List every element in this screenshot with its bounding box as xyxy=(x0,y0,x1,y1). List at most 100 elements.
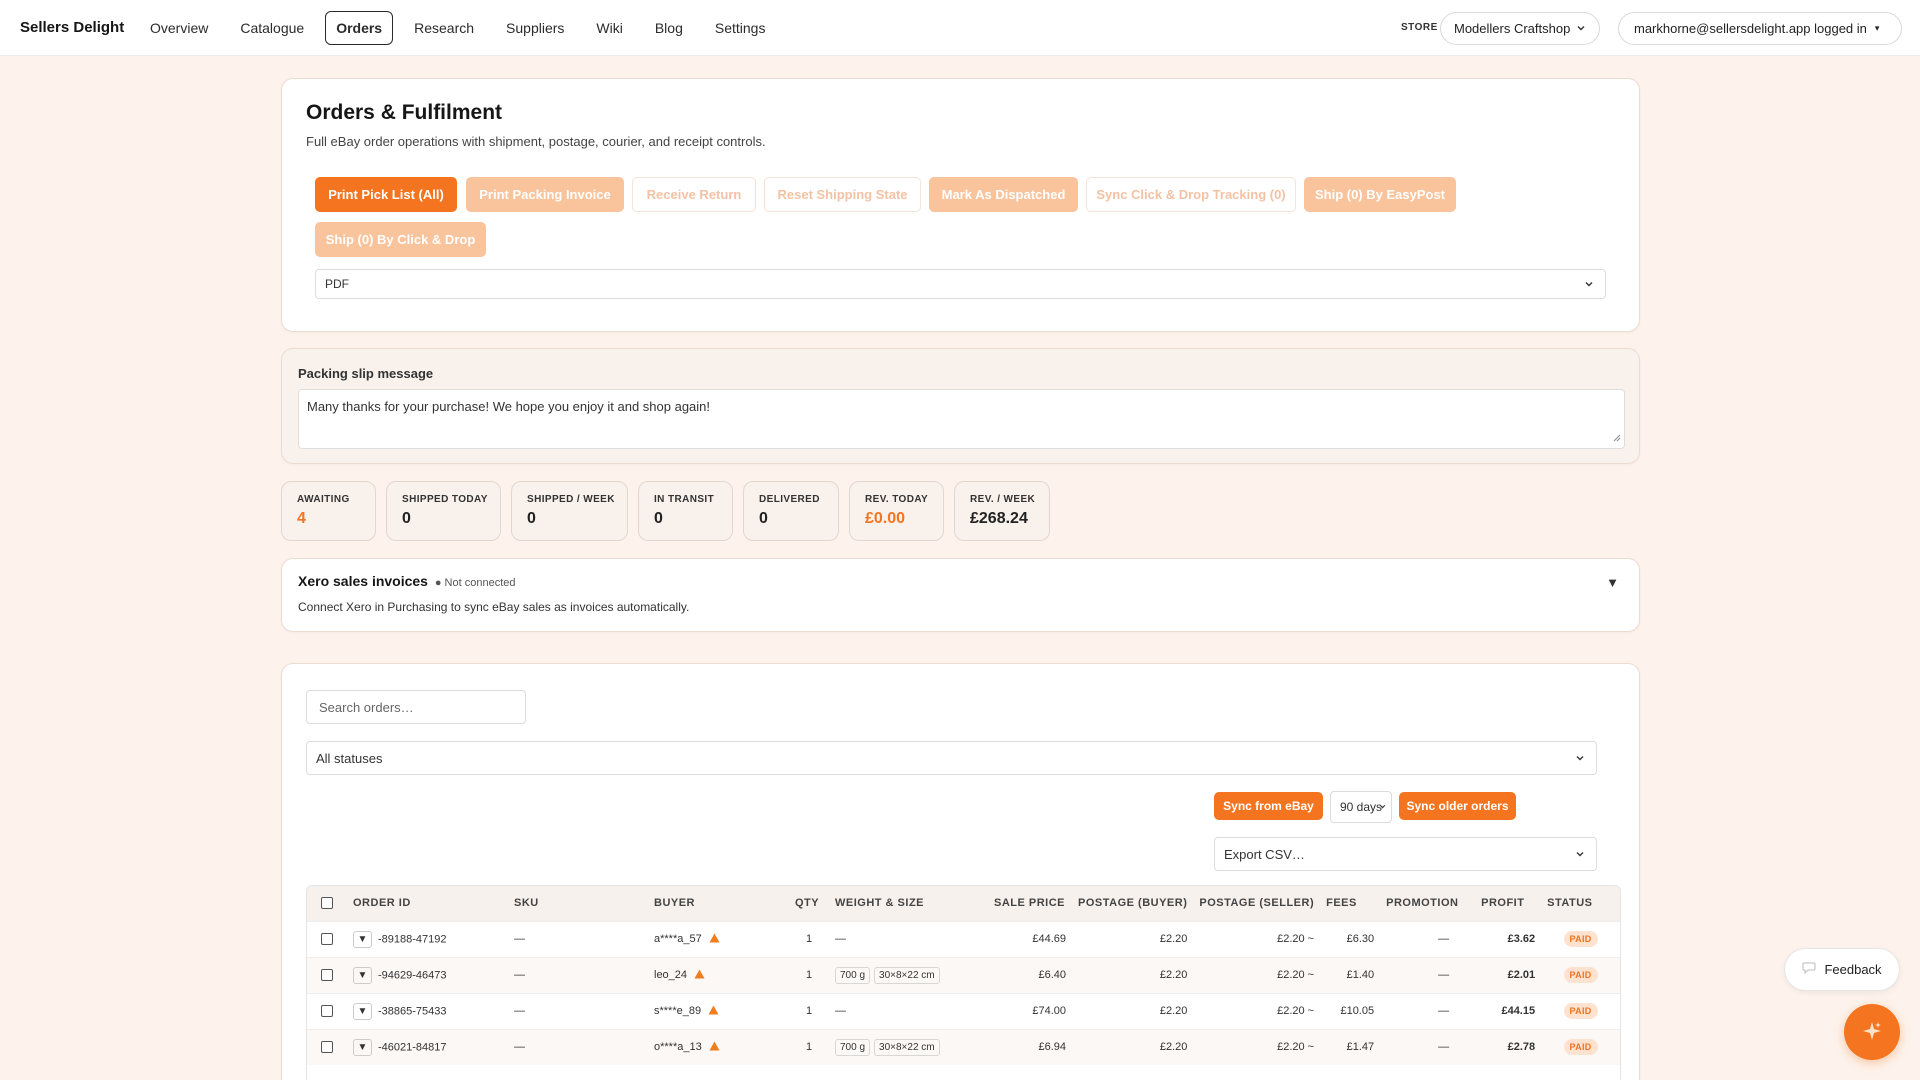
ship-by-easypost-button[interactable]: Ship (0) By EasyPost xyxy=(1304,177,1456,212)
postage-seller-cell[interactable]: £2.20 ~ xyxy=(1193,920,1321,957)
col-order-id[interactable]: ORDER ID xyxy=(347,886,508,921)
stat-value: 0 xyxy=(654,510,663,527)
profit-cell: £2.01 xyxy=(1475,956,1542,993)
weight-chip: 700 g xyxy=(835,966,871,984)
nav-orders[interactable]: Orders xyxy=(325,10,394,45)
sync-older-orders-button[interactable]: Sync older orders xyxy=(1399,792,1516,820)
speech-bubble-icon xyxy=(1802,962,1816,977)
select-all-checkbox[interactable] xyxy=(321,897,333,910)
feedback-button[interactable]: Feedback xyxy=(1784,948,1900,991)
stat-value: 0 xyxy=(402,510,411,527)
col-postage-seller[interactable]: POSTAGE (SELLER) xyxy=(1193,886,1321,921)
sku-cell: — xyxy=(508,1028,648,1065)
packing-slip-textarea[interactable]: Many thanks for your purchase! We hope y… xyxy=(298,389,1625,449)
nav-suppliers[interactable]: Suppliers xyxy=(495,11,575,45)
order-id[interactable]: -46021-84817 xyxy=(378,1041,447,1053)
nav-wiki[interactable]: Wiki xyxy=(585,11,633,45)
col-postage-buyer[interactable]: POSTAGE (BUYER) xyxy=(1072,886,1194,921)
brand-logo-text[interactable]: Sellers Delight xyxy=(20,19,131,36)
row-checkbox[interactable] xyxy=(321,969,333,982)
status-filter-value: All statuses xyxy=(316,750,383,766)
sku-cell: — xyxy=(508,992,648,1029)
order-id-cell: ▼ -46021-84817 xyxy=(347,1028,508,1065)
buyer-name: leo_24 xyxy=(654,968,688,981)
xero-expand-toggle[interactable]: ▼ xyxy=(1606,575,1619,590)
stat-value: £0.00 xyxy=(865,510,906,527)
nav-overview[interactable]: Overview xyxy=(139,11,219,45)
days-select-value: 90 days xyxy=(1340,800,1383,814)
col-qty[interactable]: QTY xyxy=(789,886,829,921)
col-sale-price[interactable]: SALE PRICE xyxy=(988,886,1072,921)
nav-settings[interactable]: Settings xyxy=(704,11,777,45)
qty-cell: 1 xyxy=(789,956,829,993)
status-cell: PAID xyxy=(1541,920,1620,957)
col-promotion[interactable]: PROMOTION xyxy=(1380,886,1476,921)
print-packing-invoice-button[interactable]: Print Packing Invoice xyxy=(466,177,624,212)
buyer-name: o****a_13 xyxy=(654,1040,702,1053)
col-profit[interactable]: PROFIT xyxy=(1475,886,1542,921)
caret-down-icon: ▾ xyxy=(1874,23,1880,33)
nav-research[interactable]: Research xyxy=(403,11,485,45)
nav-blog[interactable]: Blog xyxy=(644,11,694,45)
assistant-fab-button[interactable] xyxy=(1844,1004,1900,1060)
stat-rev-week: REV. / WEEK £268.24 xyxy=(954,481,1050,541)
col-buyer[interactable]: BUYER xyxy=(648,886,789,921)
packing-slip-card: Packing slip message Many thanks for you… xyxy=(281,348,1640,464)
col-weight-size[interactable]: WEIGHT & SIZE xyxy=(829,886,988,921)
ship-by-click-drop-button[interactable]: Ship (0) By Click & Drop xyxy=(315,222,486,257)
postage-seller-cell[interactable]: £2.20 ~ xyxy=(1193,1028,1321,1065)
print-pick-list-button[interactable]: Print Pick List (All) xyxy=(315,177,457,212)
order-id[interactable]: -94629-46473 xyxy=(378,969,447,981)
table-row[interactable]: ▼ -38865-75433 — s****e_89 1 — £74.00 £2.… xyxy=(307,992,1620,1029)
sparkle-icon xyxy=(1860,1019,1884,1046)
user-menu[interactable]: markhorne@sellersdelight.app logged in ▾ xyxy=(1618,12,1902,45)
stat-awaiting: AWAITING 4 xyxy=(281,481,376,541)
table-row[interactable]: ▼ -94629-46473 — leo_24 1 700 g 30×8×22 cm… xyxy=(307,956,1620,993)
col-fees[interactable]: FEES xyxy=(1320,886,1381,921)
postage-seller-cell[interactable]: £2.20 ~ xyxy=(1193,992,1321,1029)
fulfilment-card: Orders & Fulfilment Full eBay order oper… xyxy=(281,78,1640,332)
postage-seller-cell[interactable]: £2.20 ~ xyxy=(1193,956,1321,993)
stat-value: 0 xyxy=(759,510,768,527)
export-csv-select[interactable]: Export CSV… xyxy=(1214,837,1597,871)
status-cell: PAID xyxy=(1541,956,1620,993)
order-id[interactable]: -38865-75433 xyxy=(378,1005,447,1017)
xero-card: Xero sales invoices ● Not connected Conn… xyxy=(281,558,1640,632)
nav-catalogue[interactable]: Catalogue xyxy=(229,11,315,45)
row-checkbox[interactable] xyxy=(321,1041,333,1054)
col-sku[interactable]: SKU xyxy=(508,886,648,921)
order-id[interactable]: -89188-47192 xyxy=(378,933,447,945)
store-select[interactable]: Modellers Craftshop xyxy=(1440,12,1600,45)
format-select[interactable]: PDF xyxy=(315,269,1606,299)
sync-click-drop-tracking-button[interactable]: Sync Click & Drop Tracking (0) xyxy=(1086,177,1296,212)
row-checkbox[interactable] xyxy=(321,1005,333,1018)
days-select[interactable]: 90 days xyxy=(1330,791,1392,823)
status-cell: PAID xyxy=(1541,1028,1620,1065)
feedback-label: Feedback xyxy=(1824,962,1882,977)
sync-from-ebay-button[interactable]: Sync from eBay xyxy=(1214,792,1323,820)
user-menu-label: markhorne@sellersdelight.app logged in xyxy=(1634,21,1867,36)
weight-empty: — xyxy=(835,1005,846,1017)
expand-row-icon[interactable]: ▼ xyxy=(353,1002,372,1020)
fees-cell: £1.40 xyxy=(1320,956,1381,993)
reset-shipping-state-button[interactable]: Reset Shipping State xyxy=(764,177,921,212)
postage-buyer-cell: £2.20 xyxy=(1072,992,1194,1029)
xero-description: Connect Xero in Purchasing to sync eBay … xyxy=(298,600,690,614)
resize-grip-icon[interactable] xyxy=(1612,430,1621,445)
expand-row-icon[interactable]: ▼ xyxy=(353,930,372,948)
table-row[interactable]: ▼ -89188-47192 — a****a_57 1 — £44.69 £2.… xyxy=(307,920,1620,957)
receive-return-button[interactable]: Receive Return xyxy=(632,177,756,212)
status-filter-select[interactable]: All statuses xyxy=(306,741,1597,775)
stat-rev-today: REV. TODAY £0.00 xyxy=(849,481,944,541)
row-checkbox[interactable] xyxy=(321,933,333,946)
mark-as-dispatched-button[interactable]: Mark As Dispatched xyxy=(929,177,1078,212)
expand-row-icon[interactable]: ▼ xyxy=(353,1038,372,1056)
chevron-down-icon xyxy=(1574,752,1586,764)
search-orders-input[interactable] xyxy=(306,690,526,724)
xero-connection-status: ● Not connected xyxy=(434,577,516,589)
warning-triangle-icon xyxy=(694,969,705,982)
qty-cell: 1 xyxy=(789,992,829,1029)
col-status[interactable]: STATUS xyxy=(1541,886,1620,921)
table-row[interactable]: ▼ -46021-84817 — o****a_13 1 700 g 30×8×22… xyxy=(307,1028,1620,1065)
expand-row-icon[interactable]: ▼ xyxy=(353,966,372,984)
